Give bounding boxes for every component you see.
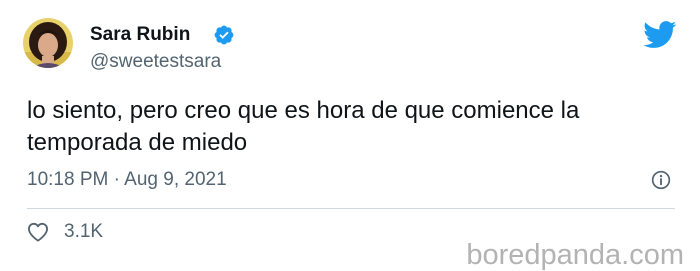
heart-icon[interactable] — [27, 222, 49, 242]
author-handle[interactable]: @sweetestsara — [90, 51, 221, 73]
tweet-text: lo siento, pero creo que es hora de que … — [27, 97, 580, 156]
divider — [27, 208, 675, 209]
watermark: boredpanda.com — [466, 239, 684, 271]
like-count[interactable]: 3.1K — [64, 220, 103, 244]
verified-badge-icon — [214, 25, 234, 45]
tweet-timestamp[interactable]: 10:18 PM · Aug 9, 2021 — [27, 168, 227, 192]
avatar[interactable] — [23, 18, 73, 68]
author-display-name[interactable]: Sara Rubin — [90, 24, 190, 46]
twitter-bird-icon[interactable] — [643, 21, 677, 49]
info-icon[interactable] — [651, 170, 671, 190]
avatar-photo — [23, 18, 73, 68]
